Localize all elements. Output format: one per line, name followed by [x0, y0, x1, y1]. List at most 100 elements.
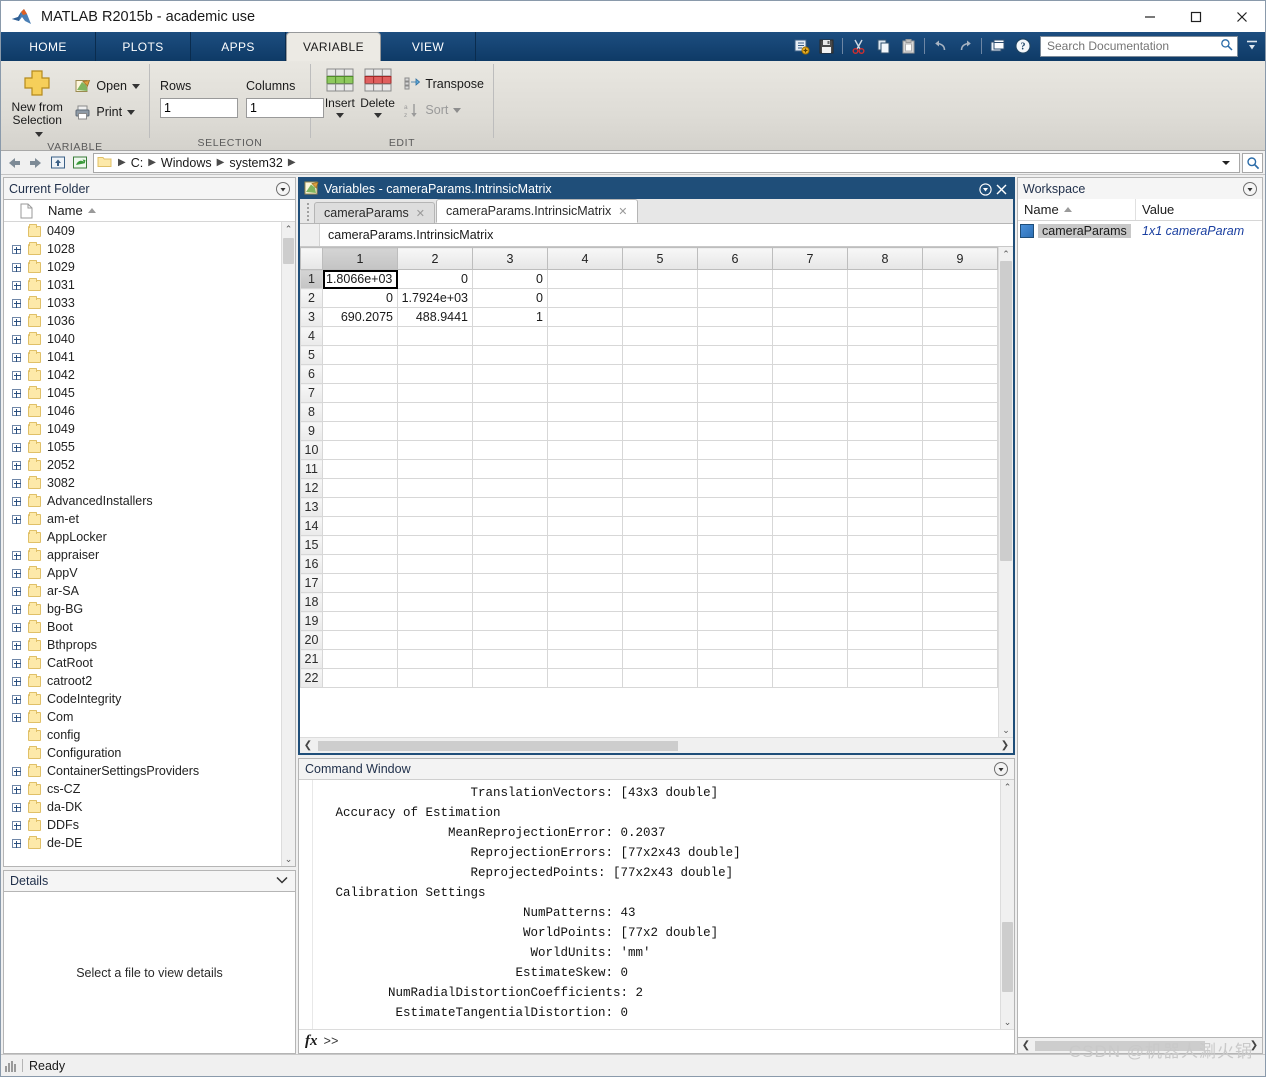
- grid-cell[interactable]: [697, 440, 773, 460]
- grid-cell[interactable]: [772, 516, 848, 536]
- row-header[interactable]: 13: [300, 497, 323, 517]
- open-button[interactable]: Open: [71, 73, 143, 99]
- grid-cell[interactable]: [697, 345, 773, 365]
- workspace-column-name[interactable]: Name: [1024, 202, 1059, 217]
- row-header[interactable]: 1: [300, 269, 323, 289]
- grid-cell[interactable]: [547, 497, 623, 517]
- grid-cell[interactable]: [472, 421, 548, 441]
- grid-cell[interactable]: [472, 478, 548, 498]
- list-item[interactable]: bg-BG: [4, 600, 281, 618]
- grid-cell[interactable]: [847, 421, 923, 441]
- grid-cell[interactable]: 0: [472, 288, 548, 308]
- table-row[interactable]: 5: [300, 345, 998, 365]
- grid-corner-cell[interactable]: [300, 247, 323, 270]
- grid-cell[interactable]: [922, 478, 998, 498]
- expand-toggle-icon[interactable]: [4, 766, 28, 776]
- grid-cell[interactable]: [322, 497, 398, 517]
- grid-cell[interactable]: [697, 592, 773, 612]
- grid-cell[interactable]: [322, 326, 398, 346]
- column-header[interactable]: 4: [547, 247, 623, 270]
- chevron-down-icon[interactable]: [127, 109, 136, 115]
- grid-cell[interactable]: [847, 478, 923, 498]
- row-header[interactable]: 16: [300, 554, 323, 574]
- delete-button[interactable]: Delete: [359, 65, 397, 118]
- grid-cell[interactable]: [922, 307, 998, 327]
- grid-cell[interactable]: [697, 307, 773, 327]
- expand-toggle-icon[interactable]: [4, 586, 28, 596]
- grid-cell[interactable]: [772, 668, 848, 688]
- grid-cell[interactable]: [922, 668, 998, 688]
- list-item[interactable]: de-DE: [4, 834, 281, 852]
- expand-toggle-icon[interactable]: [4, 298, 28, 308]
- expand-toggle-icon[interactable]: [4, 658, 28, 668]
- list-item[interactable]: 1055: [4, 438, 281, 456]
- grid-cell[interactable]: [772, 630, 848, 650]
- expand-toggle-icon[interactable]: [4, 550, 28, 560]
- grid-cell[interactable]: [547, 573, 623, 593]
- grid-cell[interactable]: [472, 383, 548, 403]
- grid-cell[interactable]: [397, 402, 473, 422]
- grid-cell[interactable]: [697, 326, 773, 346]
- table-row[interactable]: 18: [300, 592, 998, 612]
- row-header[interactable]: 15: [300, 535, 323, 555]
- expand-toggle-icon[interactable]: [4, 478, 28, 488]
- chevron-down-icon[interactable]: [373, 113, 382, 118]
- row-header[interactable]: 6: [300, 364, 323, 384]
- grid-cell[interactable]: [472, 611, 548, 631]
- expand-toggle-icon[interactable]: [4, 676, 28, 686]
- grid-cell[interactable]: [772, 554, 848, 574]
- minimize-icon[interactable]: [1127, 2, 1173, 32]
- grid-cell[interactable]: [622, 649, 698, 669]
- list-item[interactable]: 1029: [4, 258, 281, 276]
- list-item[interactable]: Com: [4, 708, 281, 726]
- grid-cell[interactable]: [697, 383, 773, 403]
- new-from-selection-button[interactable]: New from Selection: [7, 65, 67, 140]
- grid-cell[interactable]: [397, 364, 473, 384]
- grid-cell[interactable]: [472, 649, 548, 669]
- panel-menu-icon[interactable]: [994, 762, 1008, 776]
- grid-cell[interactable]: [922, 535, 998, 555]
- list-item[interactable]: AdvancedInstallers: [4, 492, 281, 510]
- grid-cell[interactable]: [397, 611, 473, 631]
- grid-cell[interactable]: [322, 649, 398, 669]
- list-item[interactable]: ar-SA: [4, 582, 281, 600]
- list-item[interactable]: 3082: [4, 474, 281, 492]
- expand-toggle-icon[interactable]: [4, 604, 28, 614]
- grid-cell[interactable]: [547, 554, 623, 574]
- grid-cell[interactable]: [397, 630, 473, 650]
- tab-variable[interactable]: VARIABLE: [286, 32, 382, 61]
- grid-cell[interactable]: [622, 440, 698, 460]
- expand-toggle-icon[interactable]: [4, 316, 28, 326]
- grid-cell[interactable]: [397, 383, 473, 403]
- grid-cell[interactable]: [472, 497, 548, 517]
- grid-cell[interactable]: [847, 668, 923, 688]
- grid-cell[interactable]: [697, 630, 773, 650]
- row-header[interactable]: 10: [300, 440, 323, 460]
- table-row[interactable]: 6: [300, 364, 998, 384]
- row-header[interactable]: 20: [300, 630, 323, 650]
- grid-cell[interactable]: [397, 592, 473, 612]
- list-item[interactable]: 0409: [4, 222, 281, 240]
- grid-cell[interactable]: [772, 649, 848, 669]
- grid-cell[interactable]: [322, 440, 398, 460]
- scroll-right-icon[interactable]: ❯: [997, 740, 1013, 751]
- list-item[interactable]: 1033: [4, 294, 281, 312]
- chevron-down-icon[interactable]: [453, 107, 462, 113]
- tab-grip-handle[interactable]: [303, 202, 312, 221]
- variable-grid-hscrollbar[interactable]: ❮ ❯: [300, 737, 1013, 753]
- grid-cell[interactable]: [772, 269, 848, 289]
- grid-cell[interactable]: [772, 345, 848, 365]
- grid-cell[interactable]: [697, 516, 773, 536]
- chevron-down-icon[interactable]: [275, 874, 289, 888]
- grid-cell[interactable]: [622, 668, 698, 688]
- paste-icon[interactable]: [897, 35, 920, 57]
- expand-toggle-icon[interactable]: [4, 820, 28, 830]
- grid-cell[interactable]: [322, 364, 398, 384]
- table-row[interactable]: cameraParams 1x1 cameraParam: [1018, 221, 1262, 240]
- grid-cell[interactable]: 488.9441: [397, 307, 473, 327]
- grid-cell[interactable]: [772, 611, 848, 631]
- grid-cell[interactable]: [397, 326, 473, 346]
- expand-toggle-icon[interactable]: [4, 784, 28, 794]
- grid-cell[interactable]: [772, 459, 848, 479]
- grid-cell[interactable]: [697, 611, 773, 631]
